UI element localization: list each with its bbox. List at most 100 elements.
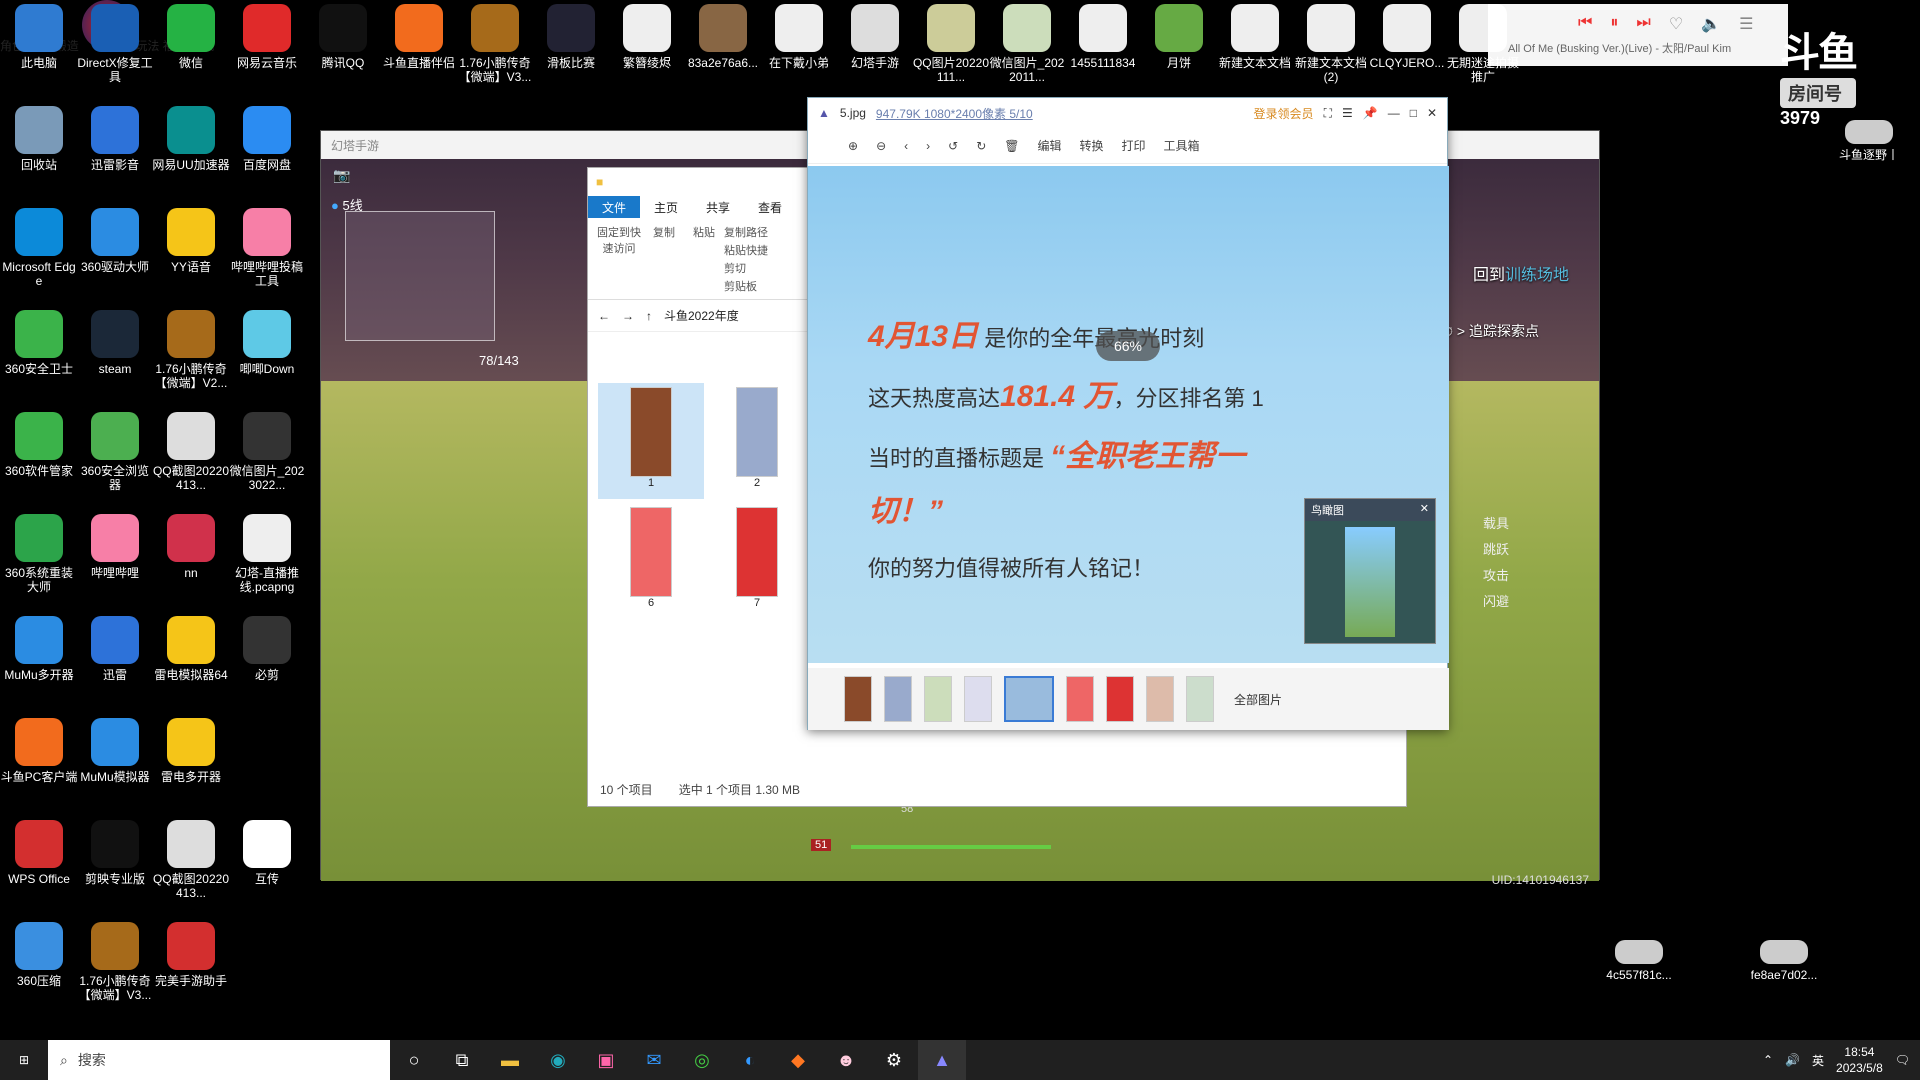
file-explorer-icon[interactable]: ▬ xyxy=(486,1040,534,1080)
toolbox-button[interactable]: 工具箱 xyxy=(1164,137,1200,154)
strip-thumb-current[interactable] xyxy=(1004,676,1054,722)
back-to-training[interactable]: 回到训练场地 xyxy=(1473,261,1569,285)
desktop-icon[interactable]: MuMu多开器 xyxy=(0,616,78,712)
desktop-icon[interactable]: 幻塔手游 xyxy=(836,4,914,100)
volume-icon[interactable]: 🔈 xyxy=(1701,14,1721,34)
forward-icon[interactable]: → xyxy=(622,309,634,323)
desktop-icon[interactable]: 4c557f81c... xyxy=(1600,940,1678,1036)
desktop-icon[interactable]: 1.76小鹏传奇【微端】V3... xyxy=(76,922,154,1018)
desktop-icon[interactable]: QQ截图20220413... xyxy=(152,412,230,508)
clock[interactable]: 18:54 2023/5/8 xyxy=(1836,1044,1883,1076)
taskbar-search[interactable]: ⌕ 搜索 xyxy=(48,1040,390,1080)
tower-game-icon[interactable]: ☻ xyxy=(822,1040,870,1080)
edge-icon[interactable]: ◉ xyxy=(534,1040,582,1080)
fullscreen-icon[interactable]: ⛶ xyxy=(1324,106,1332,121)
strip-thumb[interactable] xyxy=(884,676,912,722)
rotate-right-icon[interactable]: ↻ xyxy=(976,139,986,153)
desktop-icon[interactable]: 在下戴小弟 xyxy=(760,4,838,100)
desktop-icon[interactable]: 360压缩 xyxy=(0,922,78,1018)
desktop-icon[interactable]: 回收站 xyxy=(0,106,78,202)
zoom-in-icon[interactable]: ⊕ xyxy=(848,139,858,153)
store-icon[interactable]: ▣ xyxy=(582,1040,630,1080)
copy-button[interactable]: 复制 xyxy=(644,224,684,293)
strip-thumb[interactable] xyxy=(1186,676,1214,722)
desktop-icon[interactable]: 剪映专业版 xyxy=(76,820,154,916)
paste-shortcut-button[interactable]: 粘贴快捷 xyxy=(724,242,768,260)
desktop-icon[interactable]: 互传 xyxy=(228,820,306,916)
desktop-icon[interactable]: 腾讯QQ xyxy=(304,4,382,100)
zoom-out-icon[interactable]: ⊖ xyxy=(876,139,886,153)
delete-icon[interactable]: 🗑 xyxy=(1004,139,1019,153)
close-icon[interactable]: ✕ xyxy=(1427,106,1437,120)
file-thumb-1[interactable]: 1 xyxy=(598,383,704,499)
desktop-icon[interactable]: 幻塔-直播推线.pcapng xyxy=(228,514,306,610)
desktop-icon[interactable]: 网易云音乐 xyxy=(228,4,306,100)
desktop-icon[interactable]: 雷电模拟器64 xyxy=(152,616,230,712)
image-viewer[interactable]: ▲ 5.jpg 947.79K 1080*2400像素 5/10 登录领会员 ⛶… xyxy=(807,97,1449,730)
volume-icon[interactable]: 🔊 xyxy=(1785,1053,1800,1067)
tab-file[interactable]: 文件 xyxy=(588,196,641,218)
music-player[interactable]: ⏮ ⏸ ⏭ ♡ 🔈 ☰ All Of Me (Busking Ver.)(Liv… xyxy=(1488,4,1788,66)
tab-view[interactable]: 查看 xyxy=(744,196,796,218)
desktop-icon[interactable]: 斗鱼PC客户端 xyxy=(0,718,78,814)
camera-icon[interactable]: 📷 xyxy=(333,167,350,184)
desktop-icon[interactable]: 斗鱼逐野丨 xyxy=(1830,120,1908,216)
playlist-icon[interactable]: ☰ xyxy=(1739,14,1753,34)
desktop-icon[interactable]: steam xyxy=(76,310,154,406)
desktop-icon[interactable]: 1.76小鹏传奇【微端】V2... xyxy=(152,310,230,406)
desktop-icon[interactable]: YY语音 xyxy=(152,208,230,304)
heart-icon[interactable]: ♡ xyxy=(1669,14,1683,34)
back-icon[interactable]: ← xyxy=(598,309,610,323)
desktop-icon[interactable]: 360软件管家 xyxy=(0,412,78,508)
desktop-icon[interactable]: QQ截图20220413... xyxy=(152,820,230,916)
tray-expand-icon[interactable]: ⌃ xyxy=(1763,1053,1773,1067)
360-browser-icon[interactable]: ◎ xyxy=(678,1040,726,1080)
strip-thumb[interactable] xyxy=(964,676,992,722)
desktop-icon[interactable]: 微信图片_2023022... xyxy=(228,412,306,508)
desktop-icon[interactable]: 必剪 xyxy=(228,616,306,712)
ime-indicator[interactable]: 英 xyxy=(1812,1052,1824,1069)
action-dodge[interactable]: 闪避 xyxy=(1483,589,1509,615)
desktop-icon[interactable]: 83a2e76a6... xyxy=(684,4,762,100)
desktop-icon[interactable]: 360驱动大师 xyxy=(76,208,154,304)
menu-icon[interactable]: ☰ xyxy=(1342,106,1353,120)
desktop-icon[interactable]: 1455111834 xyxy=(1064,4,1142,100)
desktop-icon[interactable]: QQ图片20220111... xyxy=(912,4,990,100)
pin-quick-button[interactable]: 固定到快速访问 xyxy=(594,224,644,293)
action-attack[interactable]: 攻击 xyxy=(1483,563,1509,589)
paste-button[interactable]: 粘贴 xyxy=(684,224,724,293)
desktop-icon[interactable]: fe8ae7d02... xyxy=(1745,940,1823,1036)
steam-icon[interactable]: ⚙ xyxy=(870,1040,918,1080)
desktop-icon[interactable]: 哔哩哔哩 xyxy=(76,514,154,610)
strip-thumb[interactable] xyxy=(844,676,872,722)
notification-icon[interactable]: 🗨 xyxy=(1895,1053,1910,1067)
desktop-icon[interactable]: 月饼 xyxy=(1140,4,1218,100)
mail-icon[interactable]: ✉ xyxy=(630,1040,678,1080)
pin-icon[interactable]: 📌 xyxy=(1363,106,1378,120)
desktop-icon[interactable]: CLQYJERO... xyxy=(1368,4,1446,100)
desktop-icon[interactable]: 唧唧Down xyxy=(228,310,306,406)
desktop-icon[interactable]: 新建文本文档 xyxy=(1216,4,1294,100)
image-viewer-icon[interactable]: ▲ xyxy=(918,1040,966,1080)
strip-thumb[interactable] xyxy=(924,676,952,722)
desktop-icon[interactable]: WPS Office xyxy=(0,820,78,916)
minimap[interactable] xyxy=(345,211,495,341)
desktop-icon[interactable]: Microsoft Edge xyxy=(0,208,78,304)
desktop-icon[interactable]: 微信图片_2022011... xyxy=(988,4,1066,100)
desktop-icon[interactable]: 滑板比赛 xyxy=(532,4,610,100)
next-image-icon[interactable]: › xyxy=(926,139,930,153)
birdview-close-icon[interactable]: ✕ xyxy=(1420,502,1429,518)
birdview-panel[interactable]: 鸟瞰图 ✕ xyxy=(1304,498,1436,644)
minimize-icon[interactable]: — xyxy=(1388,106,1400,120)
tab-home[interactable]: 主页 xyxy=(640,196,692,218)
action-vehicle[interactable]: 载具 xyxy=(1483,511,1509,537)
desktop-icon[interactable]: 微信 xyxy=(152,4,230,100)
desktop-icon[interactable]: 百度网盘 xyxy=(228,106,306,202)
desktop-icon[interactable]: 斗鱼直播伴侣 xyxy=(380,4,458,100)
rotate-left-icon[interactable]: ↺ xyxy=(948,139,958,153)
desktop-icon[interactable]: 360安全浏览器 xyxy=(76,412,154,508)
track-explore[interactable]: ⏱ > 追踪探索点 xyxy=(1442,321,1539,341)
edit-button[interactable]: 编辑 xyxy=(1037,137,1061,154)
desktop-icon[interactable]: 1.76小鹏传奇【微端】V3... xyxy=(456,4,534,100)
douyu-icon[interactable]: ◆ xyxy=(774,1040,822,1080)
